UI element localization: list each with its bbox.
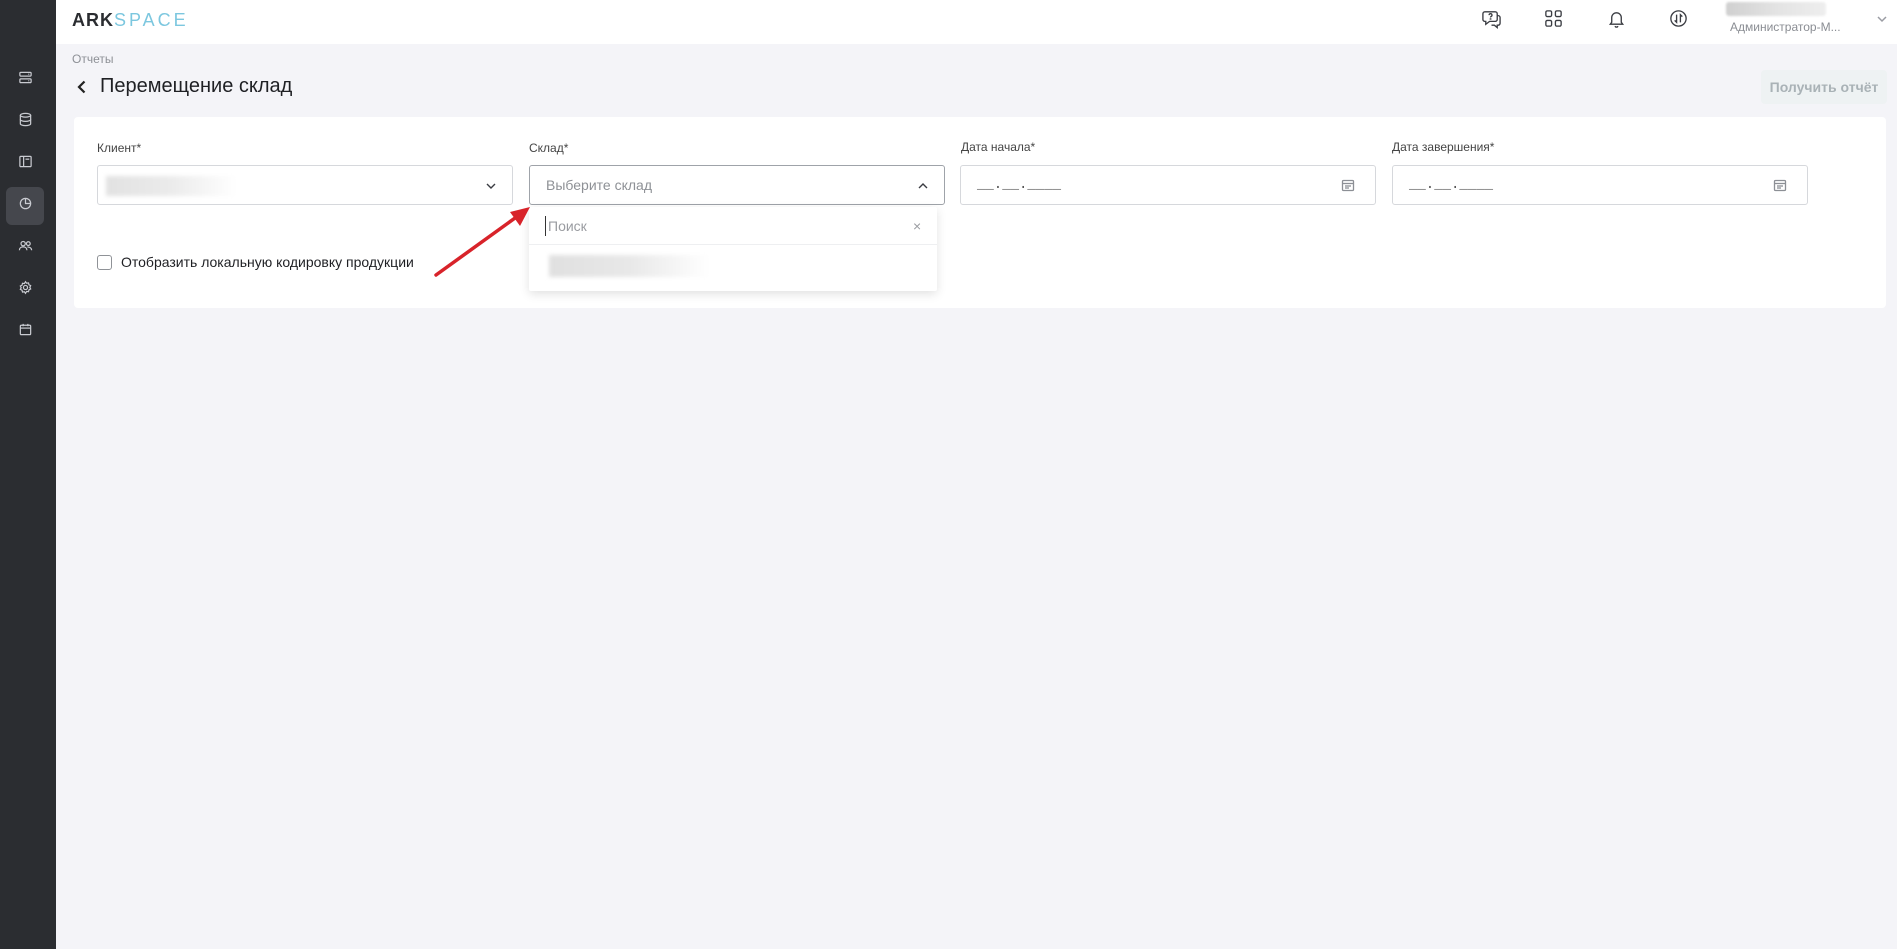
chevron-down-icon xyxy=(484,179,498,193)
end-date-mask: __.__.____ xyxy=(1409,177,1494,193)
title-row: Перемещение склад xyxy=(74,75,292,98)
calendar-icon[interactable] xyxy=(1341,178,1355,192)
warehouse-label: Склад* xyxy=(529,141,569,155)
pie-chart-icon xyxy=(18,196,33,216)
dropdown-search: × xyxy=(529,207,937,245)
layout-icon xyxy=(18,154,33,174)
sidebar-item-calendar[interactable] xyxy=(6,313,44,351)
end-date-field[interactable]: __.__.____ xyxy=(1392,165,1808,205)
exchange-icon xyxy=(1668,8,1689,34)
dropdown-option-redacted xyxy=(549,255,709,277)
start-date-mask: __.__.____ xyxy=(977,177,1062,193)
apps-grid-icon xyxy=(1543,8,1564,34)
sidebar-item-reports[interactable] xyxy=(6,187,44,225)
topbar: ARKSPACE Администратор-М... xyxy=(56,0,1897,44)
apps-grid-button[interactable] xyxy=(1538,6,1568,36)
warehouse-select[interactable]: Выберите склад xyxy=(529,165,945,205)
local-coding-checkbox-row[interactable]: Отобразить локальную кодировку продукции xyxy=(97,254,414,270)
users-icon xyxy=(18,238,33,258)
warehouse-dropdown: × xyxy=(529,207,937,291)
chevron-up-icon xyxy=(916,179,930,193)
support-chat-button[interactable] xyxy=(1476,6,1506,36)
user-name-redacted xyxy=(1726,2,1826,16)
page-title: Перемещение склад xyxy=(100,75,293,97)
calendar-icon xyxy=(18,322,33,342)
local-coding-checkbox[interactable] xyxy=(97,254,112,270)
exchange-button[interactable] xyxy=(1663,6,1693,36)
client-value-redacted xyxy=(106,176,236,196)
close-icon[interactable]: × xyxy=(913,218,921,234)
sidebar-item-server[interactable] xyxy=(6,61,44,99)
notifications-button[interactable] xyxy=(1601,6,1631,36)
local-coding-label: Отобразить локальную кодировку продукции xyxy=(121,254,414,270)
bell-icon xyxy=(1606,8,1627,34)
gear-icon xyxy=(18,280,33,300)
database-icon xyxy=(18,112,33,132)
start-date-label: Дата начала* xyxy=(961,140,1036,154)
user-role: Администратор-М... xyxy=(1730,20,1841,34)
client-select[interactable] xyxy=(97,165,513,205)
warehouse-placeholder: Выберите склад xyxy=(546,177,652,193)
dropdown-option[interactable] xyxy=(529,247,937,285)
dropdown-search-input[interactable] xyxy=(545,216,885,236)
sidebar-item-layout[interactable] xyxy=(6,145,44,183)
sidebar-item-users[interactable] xyxy=(6,229,44,267)
end-date-label: Дата завершения* xyxy=(1392,140,1495,154)
support-chat-icon xyxy=(1481,8,1502,34)
sidebar-item-database[interactable] xyxy=(6,103,44,141)
client-label: Клиент* xyxy=(97,141,142,155)
breadcrumb[interactable]: Отчеты xyxy=(72,52,113,66)
server-icon xyxy=(18,70,33,90)
sidebar xyxy=(0,0,56,949)
back-arrow-icon[interactable] xyxy=(74,79,90,95)
start-date-field[interactable]: __.__.____ xyxy=(960,165,1376,205)
user-menu[interactable]: Администратор-М... xyxy=(1726,0,1897,36)
app-logo[interactable]: ARKSPACE xyxy=(72,10,189,31)
report-form-card: Клиент* Склад* Выберите склад Дата начал… xyxy=(74,117,1886,308)
chevron-down-icon xyxy=(1876,12,1888,24)
get-report-button[interactable]: Получить отчёт xyxy=(1761,70,1887,104)
sidebar-item-settings[interactable] xyxy=(6,271,44,309)
calendar-icon[interactable] xyxy=(1773,178,1787,192)
